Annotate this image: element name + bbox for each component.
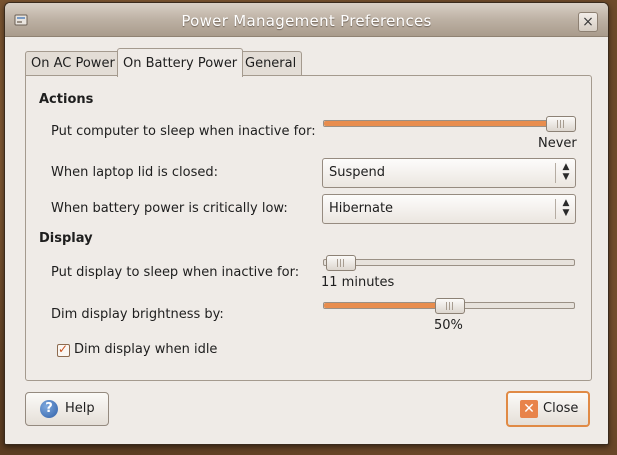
dim-brightness-slider-thumb[interactable]: [435, 298, 465, 314]
display-sleep-value: 11 minutes: [321, 275, 395, 290]
battery-critical-value: Hibernate: [329, 201, 394, 216]
battery-critical-label: When battery power is critically low:: [51, 201, 288, 216]
display-sleep-label: Put display to sleep when inactive for:: [51, 265, 300, 280]
help-icon: ?: [40, 400, 58, 418]
close-button-label: Close: [543, 401, 579, 416]
close-icon: ✕: [520, 400, 538, 418]
display-heading: Display: [39, 231, 93, 246]
tab-on-battery-power[interactable]: On Battery Power: [117, 48, 244, 77]
lid-closed-value: Suspend: [329, 165, 386, 180]
tab-panel-battery: Actions Put computer to sleep when inact…: [25, 75, 592, 381]
tab-on-ac-power[interactable]: On AC Power: [25, 51, 121, 76]
computer-sleep-slider-thumb[interactable]: [546, 116, 576, 132]
computer-sleep-label: Put computer to sleep when inactive for:: [51, 124, 316, 139]
dim-brightness-slider-fill: [324, 303, 449, 308]
preferences-window: Power Management Preferences × On AC Pow…: [4, 2, 609, 445]
combo-separator: [555, 199, 556, 219]
window-close-button[interactable]: ×: [578, 12, 598, 32]
help-button-label: Help: [65, 401, 95, 416]
combo-arrows-icon: ▲ ▼: [562, 162, 570, 182]
close-button[interactable]: ✕ Close: [506, 391, 590, 427]
tab-general[interactable]: General: [239, 51, 303, 76]
computer-sleep-value: Never: [538, 136, 577, 151]
lid-closed-label: When laptop lid is closed:: [51, 165, 218, 180]
dim-idle-label: Dim display when idle: [74, 342, 218, 357]
battery-critical-select[interactable]: Hibernate ▲ ▼: [322, 194, 576, 224]
actions-heading: Actions: [39, 92, 94, 107]
combo-separator: [555, 163, 556, 183]
window-title: Power Management Preferences: [181, 12, 432, 30]
dim-idle-checkbox[interactable]: [57, 342, 70, 357]
computer-sleep-slider[interactable]: [323, 116, 576, 132]
dim-brightness-value: 50%: [434, 318, 463, 333]
display-sleep-slider-thumb[interactable]: [326, 255, 356, 271]
dim-brightness-label: Dim display brightness by:: [51, 307, 224, 322]
display-sleep-slider[interactable]: [323, 255, 575, 271]
computer-sleep-slider-fill: [324, 121, 574, 126]
lid-closed-select[interactable]: Suspend ▲ ▼: [322, 158, 576, 188]
title-bar[interactable]: Power Management Preferences ×: [5, 3, 608, 37]
dim-brightness-slider[interactable]: [323, 298, 575, 314]
combo-arrows-icon: ▲ ▼: [562, 198, 570, 218]
help-button[interactable]: ? Help: [25, 392, 109, 426]
